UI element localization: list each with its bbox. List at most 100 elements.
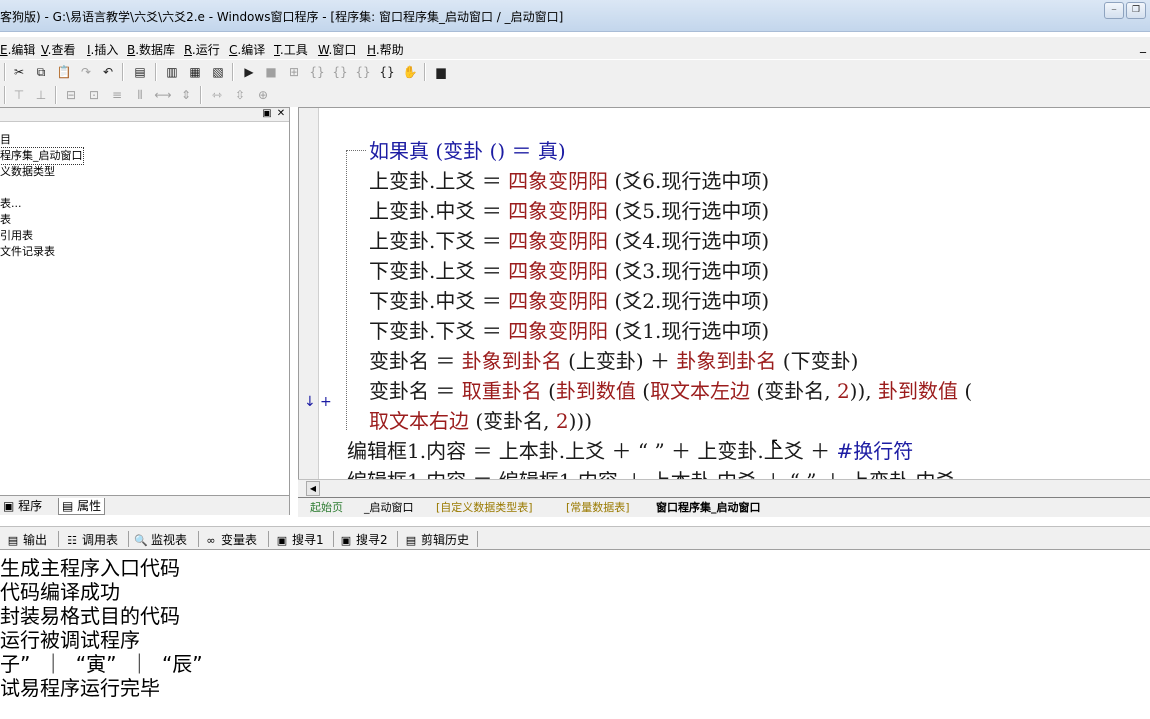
tab-search2[interactable]: ▣ 搜寻2 (339, 531, 388, 548)
code-line[interactable]: 上变卦.中爻 ＝ 四象变阴阳 (爻5.现行选中项) (369, 196, 769, 226)
code-line[interactable]: 取文本右边 (变卦名, 2))) (369, 406, 592, 436)
menu-tools[interactable]: T.工具 (274, 41, 308, 58)
tree-item[interactable]: 文件记录表 (0, 244, 83, 260)
tab-program-label: 程序 (18, 499, 43, 513)
code-line[interactable]: 下变卦.中爻 ＝ 四象变阴阳 (爻2.现行选中项) (369, 286, 769, 316)
tab-startup-window-module[interactable]: 窗口程序集_启动窗口 (656, 499, 761, 517)
same-height-icon[interactable]: ⫴ (131, 86, 149, 104)
tab-separator (333, 531, 334, 547)
step-out-icon[interactable]: {} (331, 63, 349, 81)
layout2-icon[interactable]: ▦ (186, 63, 204, 81)
tab-callstack[interactable]: ☷ 调用表 (65, 531, 118, 548)
code-token: 上变卦.中爻 ＝ (369, 199, 509, 223)
pin-icon[interactable]: ▣ (261, 108, 273, 120)
hand-icon[interactable]: ✋ (401, 63, 419, 81)
code-line[interactable]: 上变卦.下爻 ＝ 四象变阴阳 (爻4.现行选中项) (369, 226, 769, 256)
step-in-icon[interactable]: {} (308, 63, 326, 81)
menu-help[interactable]: H.帮助 (367, 41, 404, 58)
menu-database-label: .数据库 (135, 43, 176, 57)
menu-insert[interactable]: I.插入 (87, 41, 118, 58)
code-line[interactable]: 上变卦.上爻 ＝ 四象变阴阳 (爻6.现行选中项) (369, 166, 769, 196)
tab-output-label: 输出 (23, 533, 48, 547)
align-top-icon[interactable]: ⊤ (10, 86, 28, 104)
menu-database[interactable]: B.数据库 (127, 41, 175, 58)
code-line[interactable]: 变卦名 ＝ 取重卦名 (卦到数值 (取文本左边 (变卦名, 2)), 卦到数值 … (369, 376, 972, 406)
tree-item[interactable] (0, 180, 83, 196)
toolbar-separator (55, 86, 57, 104)
find-icon[interactable]: ▤ (131, 63, 149, 81)
code-token: “ ” (637, 439, 665, 463)
run-icon[interactable]: ▶ (240, 63, 258, 81)
tab-custom-type-table[interactable]: [自定义数据类型表] (436, 499, 533, 517)
center-vertical-icon[interactable]: ⊡ (85, 86, 103, 104)
space-horizontal-icon[interactable]: ⟷ (154, 86, 172, 104)
step-icon[interactable]: ⊞ (285, 63, 303, 81)
code-line[interactable]: 编辑框1.内容 ＝ 上本卦.上爻 ＋ “ ” ＋ 上变卦.上爻 ＋ #换行符 (347, 436, 913, 466)
code-editor[interactable]: ↓ + 如果真 (变卦 () ＝ 真) 上变卦.上爻 ＝ 四象变阴阳 (爻6.现行… (298, 107, 1150, 497)
tab-program[interactable]: ▣ 程序 (0, 498, 45, 515)
menu-view-key: V (41, 43, 48, 57)
tab-variable-label: 变量表 (221, 533, 258, 547)
flow-down-arrow-icon: ↓ (304, 394, 316, 410)
code-line[interactable]: 下变卦.下爻 ＝ 四象变阴阳 (爻1.现行选中项) (369, 316, 769, 346)
mdi-minimize-button[interactable]: _ (1140, 39, 1146, 53)
copy-icon[interactable]: ⧉ (32, 63, 50, 81)
tree-item[interactable]: 目 (0, 132, 83, 148)
tab-startup-window[interactable]: _启动窗口 (364, 499, 414, 517)
step-over-icon[interactable]: {} (354, 63, 372, 81)
menu-window[interactable]: W.窗口 (318, 41, 356, 58)
menu-edit[interactable]: E.编辑 (0, 41, 35, 58)
tab-search1[interactable]: ▣ 搜寻1 (275, 531, 324, 548)
tree-item[interactable]: 引用表 (0, 228, 83, 244)
tab-constant-table[interactable]: [常量数据表] (566, 499, 630, 517)
align-bottom-icon[interactable]: ⊥ (32, 86, 50, 104)
brace-icon[interactable]: {} (378, 63, 396, 81)
tree-item[interactable]: 程序集_启动窗口 (0, 147, 84, 165)
tree-item[interactable]: 表... (0, 196, 83, 212)
stop-icon[interactable]: ■ (262, 63, 280, 81)
layout1-icon[interactable]: ▥ (163, 63, 181, 81)
size-icon[interactable]: ⊕ (254, 86, 272, 104)
output-line: 子” ｜ “寅” ｜ “辰” (0, 652, 203, 676)
tab-property[interactable]: ▤ 属性 (58, 498, 106, 515)
layout3-icon[interactable]: ▧ (209, 63, 227, 81)
horizontal-scrollbar[interactable]: ◀ (298, 479, 1150, 497)
undo-icon[interactable]: ↶ (99, 63, 117, 81)
paste-icon[interactable]: 📋 (55, 63, 73, 81)
tab-start-page[interactable]: 起始页 (310, 499, 343, 517)
minimize-button[interactable]: ⎯ (1104, 2, 1124, 19)
code-token: (爻3.现行选中项) (608, 259, 770, 283)
center-horizontal-icon[interactable]: ⊟ (62, 86, 80, 104)
restore-button[interactable]: ❐ (1126, 2, 1146, 19)
code-token: 卦到数值 (555, 379, 636, 403)
tab-output[interactable]: ▤ 输出 (6, 531, 47, 548)
same-width-icon[interactable]: ≡ (108, 86, 126, 104)
menu-compile[interactable]: C.编译 (229, 41, 265, 58)
widen-icon[interactable]: ⇿ (208, 86, 226, 104)
menu-view[interactable]: V.查看 (41, 41, 76, 58)
close-icon[interactable]: ✕ (275, 108, 287, 120)
menu-bar: E.编辑 V.查看 I.插入 B.数据库 R.运行 C.编译 T.工具 W.窗口… (0, 37, 1150, 59)
scissors-icon[interactable]: ✂ (10, 63, 28, 81)
tab-clip-history[interactable]: ▤ 剪辑历史 (404, 531, 469, 548)
tab-search1-label: 搜寻1 (292, 533, 324, 547)
space-vertical-icon[interactable]: ⇕ (177, 86, 195, 104)
menu-run[interactable]: R.运行 (184, 41, 220, 58)
code-token: (爻4.现行选中项) (608, 229, 770, 253)
tree-item[interactable]: 表 (0, 212, 83, 228)
tab-variable[interactable]: ∞ 变量表 (204, 531, 257, 548)
code-line[interactable]: 变卦名 ＝ 卦象到卦名 (上变卦) ＋ 卦象到卦名 (下变卦) (369, 346, 858, 376)
menu-compile-label: .编译 (237, 43, 266, 57)
scroll-left-icon[interactable]: ◀ (306, 481, 320, 496)
code-line[interactable]: 下变卦.上爻 ＝ 四象变阴阳 (爻3.现行选中项) (369, 256, 769, 286)
tab-watch[interactable]: 🔍 监视表 (134, 531, 187, 548)
tree-item[interactable]: 义数据类型 (0, 164, 83, 180)
output-line: 代码编译成功 (0, 580, 120, 604)
code-token: ＋ 上变卦.上爻 ＋ (664, 439, 837, 463)
chart-icon[interactable]: ▆ (432, 63, 450, 81)
heighten-icon[interactable]: ⇳ (231, 86, 249, 104)
redo-icon[interactable]: ↷ (77, 63, 95, 81)
code-line[interactable]: 如果真 (变卦 () ＝ 真) (369, 136, 566, 166)
menu-view-label: .查看 (47, 43, 76, 57)
code-token: 下变卦.上爻 ＝ (369, 259, 509, 283)
